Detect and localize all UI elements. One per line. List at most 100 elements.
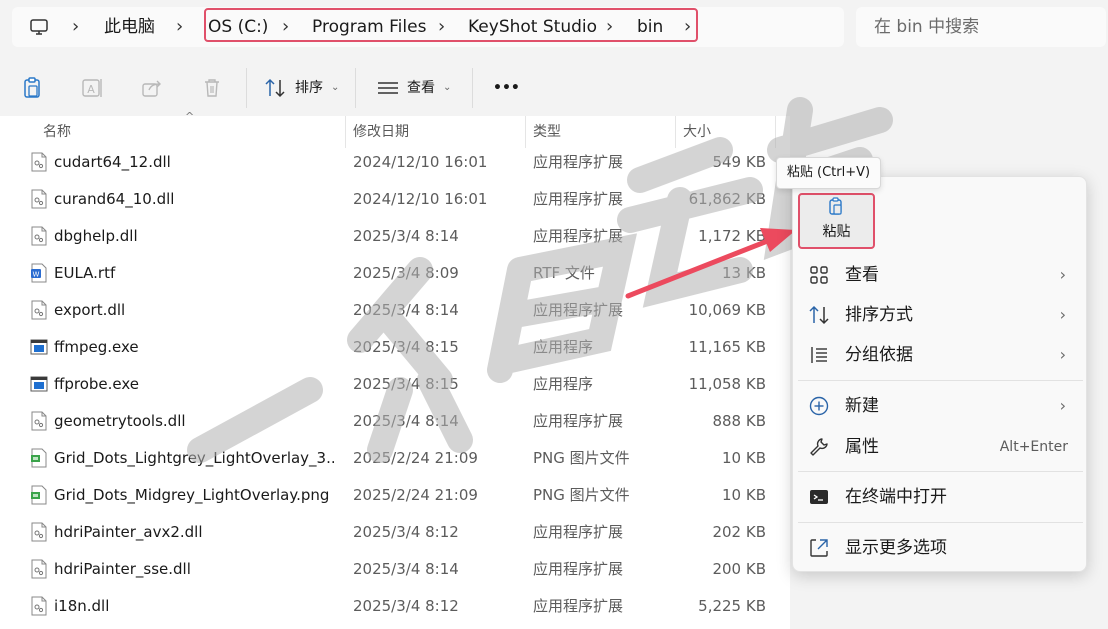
file-date: 2025/3/4 8:14 <box>353 301 459 319</box>
sort-button[interactable]: 排序 <box>295 76 323 100</box>
file-name: cudart64_12.dll <box>54 153 171 171</box>
menu-item-group-by[interactable]: 分组依据 › <box>800 335 1080 375</box>
file-size: 10 KB <box>722 486 766 504</box>
exe-file-icon <box>30 337 48 357</box>
file-name: ffmpeg.exe <box>54 338 139 356</box>
search-placeholder: 在 bin 中搜索 <box>874 17 980 37</box>
dll-file-icon <box>30 152 48 172</box>
dll-file-icon <box>30 596 48 616</box>
file-row[interactable]: Grid_Dots_Lightgrey_LightOverlay_3... 202… <box>24 440 784 477</box>
exe-file-icon <box>30 374 48 394</box>
file-size: 10 KB <box>722 449 766 467</box>
menu-item-shortcut: Alt+Enter <box>999 439 1068 455</box>
file-row[interactable]: i18n.dll 2025/3/4 8:12 应用程序扩展 5,225 KB <box>24 588 784 625</box>
menu-divider <box>798 380 1083 381</box>
toolbar-divider <box>355 68 356 108</box>
svg-text:A: A <box>87 83 95 96</box>
file-date: 2025/3/4 8:14 <box>353 560 459 578</box>
file-row[interactable]: W EULA.rtf 2025/3/4 8:09 RTF 文件 13 KB <box>24 255 784 292</box>
paste-icon <box>829 197 842 215</box>
menu-item-properties[interactable]: 属性 Alt+Enter <box>800 427 1080 467</box>
file-name: Grid_Dots_Lightgrey_LightOverlay_3... <box>54 449 334 467</box>
file-row[interactable]: hdriPainter_avx2.dll 2025/3/4 8:12 应用程序扩展 2… <box>24 514 784 551</box>
file-date: 2025/3/4 8:12 <box>353 597 459 615</box>
menu-item-label: 分组依据 <box>845 345 913 365</box>
file-date: 2025/3/4 8:12 <box>353 523 459 541</box>
file-name: ffprobe.exe <box>54 375 139 393</box>
dll-file-icon <box>30 559 48 579</box>
menu-item-view[interactable]: 查看 › <box>800 255 1080 295</box>
file-size: 61,862 KB <box>688 190 766 208</box>
sort-ascending-indicator: ^ <box>185 110 195 123</box>
menu-item-new[interactable]: 新建 › <box>800 386 1080 426</box>
file-name: geometrytools.dll <box>54 412 186 430</box>
grid-view-icon <box>810 266 828 284</box>
chevron-down-icon[interactable]: ⌄ <box>443 76 451 100</box>
computer-icon[interactable] <box>29 17 49 37</box>
file-name: curand64_10.dll <box>54 190 175 208</box>
dll-file-icon <box>30 522 48 542</box>
menu-item-label: 新建 <box>845 396 879 416</box>
file-date: 2025/2/24 21:09 <box>353 486 478 504</box>
chevron-right-icon: › <box>1059 305 1066 324</box>
menu-item-label: 查看 <box>845 265 879 285</box>
group-icon <box>811 347 827 363</box>
sort-icon[interactable] <box>263 76 287 100</box>
file-row[interactable]: curand64_10.dll 2024/12/10 16:01 应用程序扩展 61,… <box>24 181 784 218</box>
menu-item-sort-by[interactable]: 排序方式 › <box>800 295 1080 335</box>
file-size: 5,225 KB <box>698 597 766 615</box>
rtf-file-icon: W <box>30 263 48 283</box>
png-file-icon <box>30 485 48 505</box>
file-name: export.dll <box>54 301 126 319</box>
file-row[interactable]: hdriPainter_sse.dll 2025/3/4 8:14 应用程序扩展 20… <box>24 551 784 588</box>
share-icon[interactable] <box>140 76 164 100</box>
delete-icon[interactable] <box>200 76 224 100</box>
file-row[interactable]: ffmpeg.exe 2025/3/4 8:15 应用程序 11,165 KB <box>24 329 784 366</box>
png-file-icon <box>30 448 48 468</box>
plus-circle-icon <box>809 396 829 416</box>
rename-icon[interactable]: A <box>80 76 104 100</box>
paste-button[interactable]: 粘贴 <box>798 193 875 249</box>
expand-icon <box>810 539 828 557</box>
more-options-button[interactable]: ••• <box>493 76 520 100</box>
svg-text:W: W <box>33 271 40 279</box>
chevron-right-icon[interactable]: › <box>72 7 79 47</box>
file-row[interactable]: dbghelp.dll 2025/3/4 8:14 应用程序扩展 1,172 KB <box>24 218 784 255</box>
view-button[interactable]: 查看 <box>407 76 435 100</box>
file-date: 2025/3/4 8:14 <box>353 227 459 245</box>
file-date: 2025/3/4 8:09 <box>353 264 459 282</box>
file-row[interactable]: export.dll 2025/3/4 8:14 应用程序扩展 10,069 KB <box>24 292 784 329</box>
file-size: 888 KB <box>712 412 766 430</box>
paste-tooltip: 粘贴 (Ctrl+V) <box>776 157 881 189</box>
sort-icon <box>809 305 829 325</box>
file-name: hdriPainter_avx2.dll <box>54 523 203 541</box>
search-input[interactable]: 在 bin 中搜索 <box>856 7 1106 47</box>
file-date: 2025/3/4 8:14 <box>353 412 459 430</box>
menu-item-label: 显示更多选项 <box>845 538 947 558</box>
file-size: 10,069 KB <box>688 301 766 319</box>
menu-item-open-terminal[interactable]: 在终端中打开 <box>800 477 1080 517</box>
file-row[interactable]: cudart64_12.dll 2024/12/10 16:01 应用程序扩展 549… <box>24 144 784 181</box>
chevron-right-icon[interactable]: › <box>176 7 183 47</box>
menu-divider <box>798 471 1083 472</box>
command-bar: A 排序 ⌄ 查看 ⌄ ••• <box>0 60 1108 116</box>
file-name: i18n.dll <box>54 597 110 615</box>
clipboard-paste-icon[interactable] <box>20 76 44 100</box>
file-size: 11,165 KB <box>688 338 766 356</box>
chevron-down-icon[interactable]: ⌄ <box>331 76 339 100</box>
file-row[interactable]: geometrytools.dll 2025/3/4 8:14 应用程序扩展 888 … <box>24 403 784 440</box>
file-name: EULA.rtf <box>54 264 116 282</box>
menu-item-more-options[interactable]: 显示更多选项 <box>800 528 1080 568</box>
dll-file-icon <box>30 189 48 209</box>
dll-file-icon <box>30 300 48 320</box>
chevron-right-icon: › <box>1059 396 1066 415</box>
dll-file-icon <box>30 226 48 246</box>
file-row[interactable]: ffprobe.exe 2025/3/4 8:15 应用程序 11,058 KB <box>24 366 784 403</box>
file-size: 13 KB <box>722 264 766 282</box>
view-icon[interactable] <box>376 76 400 100</box>
file-row[interactable]: Grid_Dots_Midgrey_LightOverlay.png 2025/2… <box>24 477 784 514</box>
file-name: hdriPainter_sse.dll <box>54 560 191 578</box>
menu-item-label: 属性 <box>845 437 879 457</box>
file-size: 200 KB <box>712 560 766 578</box>
breadcrumb-root[interactable]: 此电脑 <box>104 7 155 47</box>
